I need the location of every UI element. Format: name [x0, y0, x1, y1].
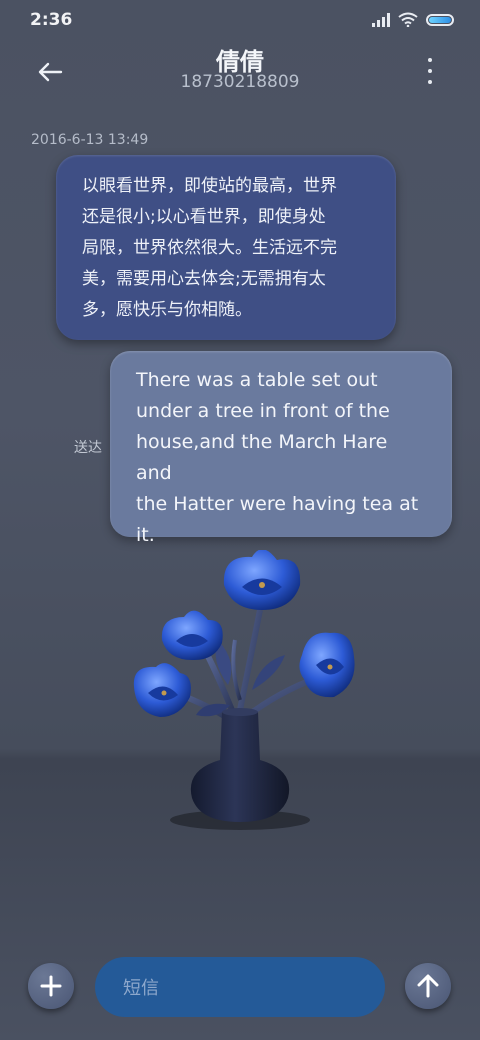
message-line: 多，愿快乐与你相随。 [82, 300, 252, 320]
contact-phone: 18730218809 [180, 72, 300, 92]
incoming-message-bubble[interactable]: 以眼看世界，即使站的最高，世界 还是很小;以心看世界，即使身处 局限，世界依然很… [56, 155, 396, 340]
signal-icon [372, 12, 390, 27]
message-input[interactable]: 短信 [95, 957, 385, 1017]
message-line: it. [136, 524, 155, 546]
more-options-button[interactable] [418, 58, 442, 84]
message-line: There was a table set out [136, 369, 378, 391]
battery-icon [426, 13, 454, 26]
message-input-placeholder: 短信 [123, 978, 159, 999]
status-icons [372, 12, 454, 27]
message-line: house,and the March Hare and [136, 431, 388, 484]
message-line: 以眼看世界，即使站的最高，世界 [82, 176, 337, 196]
more-vertical-icon [428, 58, 432, 62]
send-button[interactable] [405, 963, 451, 1009]
message-line: 美，需要用心去体会;无需拥有太 [82, 269, 326, 289]
message-timestamp: 2016-6-13 13:49 [31, 132, 149, 148]
message-line: 局限，世界依然很大。生活远不完 [82, 238, 337, 258]
status-bar: 2:36 [0, 0, 480, 40]
attach-button[interactable] [28, 963, 74, 1009]
delivery-status: 送达 [74, 440, 102, 456]
wifi-icon [398, 12, 418, 27]
flower-vase-illustration [133, 550, 355, 830]
outgoing-message-bubble[interactable]: There was a table set out under a tree i… [110, 351, 452, 546]
conversation-header: 倩倩 18730218809 [0, 40, 480, 110]
message-line: under a tree in front of the [136, 400, 390, 422]
message-line: the Hatter were having tea at [136, 493, 419, 515]
plus-icon [40, 975, 62, 997]
message-line: 还是很小;以心看世界，即使身处 [82, 207, 326, 227]
status-time: 2:36 [30, 10, 73, 30]
arrow-up-icon [417, 974, 439, 998]
